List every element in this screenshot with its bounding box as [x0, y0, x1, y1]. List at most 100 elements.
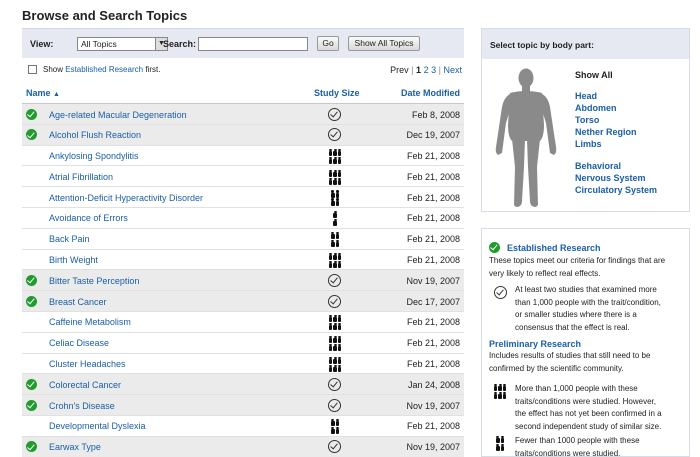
preliminary-research-title[interactable]: Preliminary Research [489, 339, 581, 349]
three-people-icon [328, 315, 342, 331]
view-select[interactable]: All Topics ▼ [77, 37, 168, 51]
table-row[interactable]: Back Pain Feb 21, 2008 [22, 229, 464, 250]
topic-name-link[interactable]: Birth Weight [49, 255, 98, 265]
go-button[interactable]: Go [317, 36, 339, 51]
date-modified-column-header[interactable]: Date Modified [401, 88, 460, 98]
two-people-desc: Fewer than 1000 people with these traits… [515, 435, 640, 457]
body-part-nether-region[interactable]: Nether Region [575, 127, 637, 137]
show-all-body-parts[interactable]: Show All [575, 70, 613, 80]
table-row[interactable]: Caffeine Metabolism Feb 21, 2008 [22, 312, 464, 333]
show-suffix: first. [145, 65, 161, 74]
date-modified: Feb 8, 2008 [411, 109, 460, 120]
check-desc-line: than 1,000 people with the trait/conditi… [515, 297, 661, 307]
table-row[interactable]: Breast Cancer Dec 17, 2007 [22, 291, 464, 312]
topic-name-link[interactable]: Atrial Fibrillation [49, 172, 113, 182]
check-desc-line: or smaller studies where there is a [515, 310, 637, 319]
page-3-link[interactable]: 3 [431, 65, 436, 75]
body-part-abdomen[interactable]: Abdomen [575, 103, 617, 113]
circle-check-icon [328, 128, 342, 142]
two-people-icon [328, 419, 342, 435]
table-row[interactable]: Developmental Dyslexia Feb 21, 2008 [22, 416, 464, 437]
pagination: Prev | 1 2 3 | Next [390, 65, 462, 75]
topic-name-link[interactable]: Caffeine Metabolism [49, 317, 131, 327]
table-row[interactable]: Avoidance of Errors Feb 21, 2008 [22, 208, 464, 229]
topic-name-link[interactable]: Breast Cancer [49, 297, 107, 307]
date-modified: Nov 19, 2007 [406, 442, 460, 453]
topic-name-link[interactable]: Colorectal Cancer [49, 380, 121, 390]
three-people-desc: More than 1,000 people with these traits… [515, 383, 662, 433]
table-body: Age-related Macular Degeneration Feb 8, 2… [22, 104, 464, 457]
three-people-icon [328, 148, 342, 165]
table-row[interactable]: Celiac Disease Feb 21, 2008 [22, 333, 464, 354]
topic-name-link[interactable]: Ankylosing Spondylitis [49, 151, 139, 161]
established-check-icon [26, 399, 37, 411]
body-part-panel: Select topic by body part: Show All Head… [481, 28, 690, 212]
view-select-value: All Topics [81, 39, 117, 49]
study-size-column-header[interactable]: Study Size [314, 88, 360, 98]
two-people-icon [328, 190, 342, 206]
search-label: Search: [163, 39, 197, 49]
date-modified: Feb 21, 2008 [406, 255, 460, 266]
prev-link: Prev [390, 65, 409, 75]
name-column-header[interactable]: Name ▲ [26, 88, 60, 98]
topic-name-link[interactable]: Developmental Dyslexia [49, 421, 146, 431]
three-desc-line: More than 1,000 people with these [515, 384, 638, 393]
two-people-icon [328, 231, 342, 248]
established-research-title[interactable]: Established Research [507, 243, 601, 253]
topic-name-link[interactable]: Back Pain [49, 234, 90, 244]
established-desc-line: These topics meet our criteria for findi… [489, 256, 666, 265]
three-people-icon [328, 356, 342, 373]
established-research-link[interactable]: Established Research [65, 65, 143, 74]
topic-name-link[interactable]: Alcohol Flush Reaction [49, 130, 141, 140]
table-row[interactable]: Bitter Taste Perception Nov 19, 2007 [22, 270, 464, 292]
date-modified: Feb 21, 2008 [406, 359, 460, 370]
topic-name-link[interactable]: Age-related Macular Degeneration [49, 110, 187, 120]
table-row[interactable]: Cluster Headaches Feb 21, 2008 [22, 354, 464, 375]
page-2-link[interactable]: 2 [424, 65, 429, 75]
topic-name-link[interactable]: Attention-Deficit Hyperactivity Disorder [49, 193, 203, 203]
three-people-icon [328, 335, 342, 352]
name-column-label: Name [26, 88, 51, 98]
next-link[interactable]: Next [443, 65, 462, 75]
body-part-limbs[interactable]: Limbs [575, 139, 602, 149]
pager-separator: | [411, 65, 414, 75]
date-modified: Dec 19, 2007 [406, 130, 460, 141]
three-desc-line: the effect has not yet been confirmed in… [515, 409, 662, 418]
two-desc-line: Fewer than 1000 people with these [515, 436, 640, 445]
circle-check-icon [328, 107, 342, 122]
table-row[interactable]: Birth Weight Feb 21, 2008 [22, 250, 464, 271]
search-input[interactable] [198, 37, 308, 51]
body-part-head[interactable]: Head [575, 91, 597, 101]
established-check-icon [26, 108, 37, 120]
topic-name-link[interactable]: Crohn's Disease [49, 401, 115, 411]
table-row[interactable]: Age-related Macular Degeneration Feb 8, 2… [22, 104, 464, 125]
date-modified: Dec 17, 2007 [406, 296, 460, 307]
date-modified: Jan 24, 2008 [407, 379, 460, 390]
system-circulatory[interactable]: Circulatory System [575, 185, 657, 195]
table-row[interactable]: Earwax Type Nov 19, 2007 [22, 436, 464, 457]
established-first-checkbox[interactable] [28, 65, 37, 74]
three-people-icon [328, 169, 342, 185]
preliminary-desc-line: confirmed by the scientific community. [489, 363, 624, 373]
table-row[interactable]: Atrial Fibrillation Feb 21, 2008 [22, 166, 464, 188]
human-body-figure[interactable] [492, 67, 560, 209]
topic-name-link[interactable]: Avoidance of Errors [49, 213, 128, 223]
circle-check-icon [328, 440, 342, 454]
system-behavioral[interactable]: Behavioral [575, 161, 621, 171]
system-nervous[interactable]: Nervous System [575, 173, 646, 183]
show-all-topics-button[interactable]: Show All Topics [348, 36, 420, 51]
table-row[interactable]: Ankylosing Spondylitis Feb 21, 2008 [22, 146, 464, 167]
table-row[interactable]: Alcohol Flush Reaction Dec 19, 2007 [22, 124, 464, 146]
topic-name-link[interactable]: Earwax Type [49, 442, 101, 452]
established-check-icon [489, 242, 500, 253]
table-row[interactable]: Attention-Deficit Hyperactivity Disorder… [22, 187, 464, 208]
table-header: Name ▲ Study Size Date Modified [22, 82, 464, 104]
topic-name-link[interactable]: Cluster Headaches [49, 359, 126, 369]
table-row[interactable]: Colorectal Cancer Jan 24, 2008 [22, 374, 464, 396]
body-part-torso[interactable]: Torso [575, 115, 599, 125]
two-desc-line: traits/conditions were studied. [515, 448, 621, 457]
topic-name-link[interactable]: Celiac Disease [49, 338, 109, 348]
topic-name-link[interactable]: Bitter Taste Perception [49, 276, 139, 286]
table-row[interactable]: Crohn's Disease Nov 19, 2007 [22, 395, 464, 416]
circle-check-icon [328, 377, 342, 392]
